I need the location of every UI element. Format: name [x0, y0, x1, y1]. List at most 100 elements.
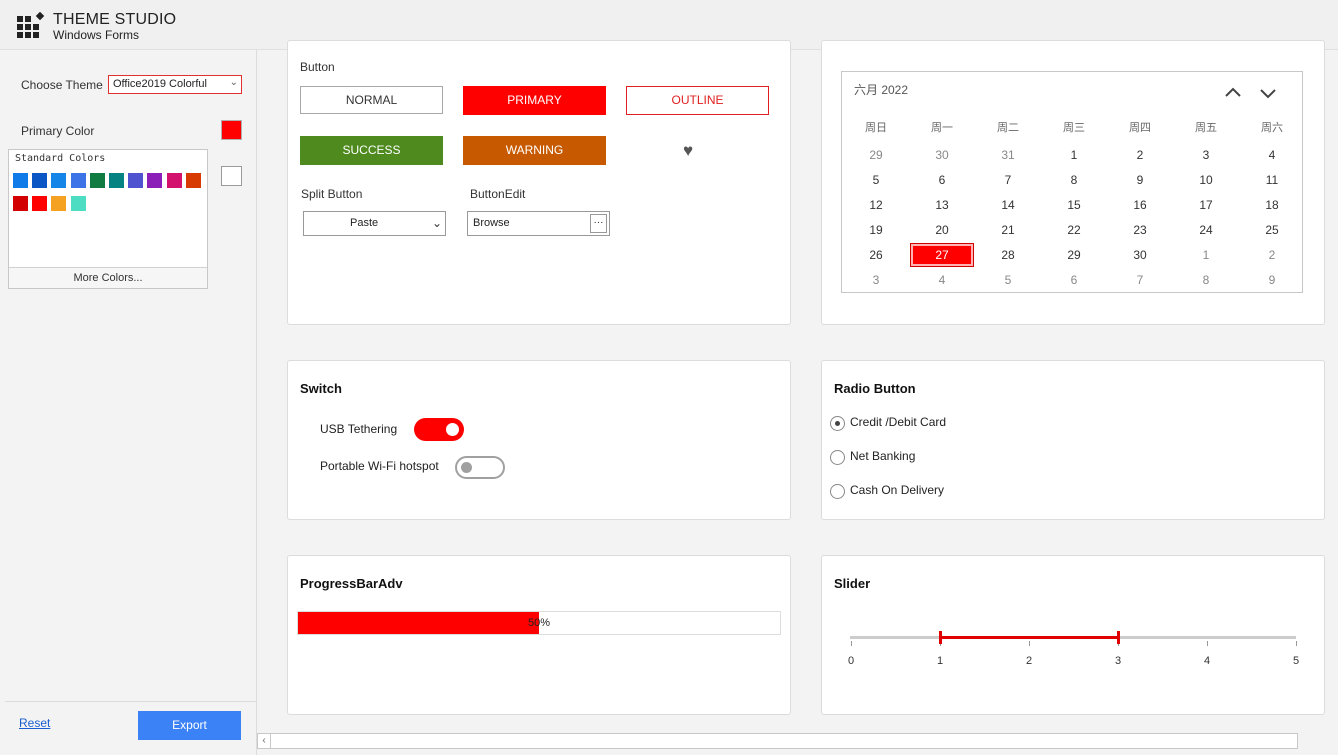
radio-net-banking[interactable] — [830, 450, 845, 465]
radio-credit-card[interactable] — [830, 416, 845, 431]
calendar-day[interactable]: 28 — [977, 244, 1039, 266]
chevron-up-icon[interactable] — [1224, 84, 1242, 102]
color-swatch[interactable] — [128, 173, 144, 188]
color-swatch[interactable] — [13, 173, 28, 188]
calendar-day[interactable]: 21 — [977, 219, 1039, 241]
calendar-day[interactable]: 13 — [911, 194, 973, 216]
calendar-day[interactable]: 24 — [1175, 219, 1237, 241]
calendar-day[interactable]: 11 — [1241, 169, 1303, 191]
normal-button[interactable]: NORMAL — [300, 86, 443, 114]
button-edit-value: Browse — [473, 217, 510, 229]
calendar-day[interactable]: 19 — [845, 219, 907, 241]
calendar-day[interactable]: 23 — [1109, 219, 1171, 241]
wifi-hotspot-switch[interactable] — [455, 456, 505, 479]
progress-bar: 50% — [297, 611, 781, 635]
calendar-day[interactable]: 17 — [1175, 194, 1237, 216]
calendar-weekday: 周一 — [931, 122, 953, 134]
calendar-month[interactable]: 六月 2022 — [854, 81, 908, 98]
slider-tick-label: 2 — [1025, 655, 1033, 667]
calendar-day[interactable]: 18 — [1241, 194, 1303, 216]
slider-title: Slider — [834, 576, 871, 591]
split-button[interactable]: Paste ⌄ — [303, 211, 446, 236]
radio-title: Radio Button — [834, 381, 916, 396]
button-edit-field[interactable]: Browse ··· — [467, 211, 610, 236]
calendar-day[interactable]: 8 — [1043, 169, 1105, 191]
color-swatch[interactable] — [51, 173, 67, 188]
color-swatch[interactable] — [185, 173, 201, 188]
calendar-day[interactable]: 3 — [1175, 144, 1237, 166]
calendar-day[interactable]: 4 — [1241, 144, 1303, 166]
color-swatch[interactable] — [109, 173, 124, 188]
secondary-color-swatch[interactable] — [221, 166, 242, 186]
calendar-day[interactable]: 7 — [977, 169, 1039, 191]
calendar-day[interactable]: 4 — [911, 269, 973, 291]
calendar-day[interactable]: 16 — [1109, 194, 1171, 216]
calendar-day[interactable]: 29 — [1043, 244, 1105, 266]
scroll-left-icon[interactable]: ‹ — [258, 734, 271, 748]
radio-label-cash-on-delivery[interactable]: Cash On Delivery — [850, 483, 944, 497]
calendar-day[interactable]: 2 — [1241, 244, 1303, 266]
calendar-day[interactable]: 1 — [1043, 144, 1105, 166]
calendar-day[interactable]: 26 — [845, 244, 907, 266]
calendar-day[interactable]: 9 — [1109, 169, 1171, 191]
calendar-day[interactable]: 1 — [1175, 244, 1237, 266]
more-colors-button[interactable]: More Colors... — [9, 267, 207, 288]
heart-icon[interactable]: ♥ — [683, 141, 693, 161]
calendar-day[interactable]: 29 — [845, 144, 907, 166]
switch-knob — [446, 423, 459, 436]
color-swatch[interactable] — [13, 196, 28, 211]
radio-cash-on-delivery[interactable] — [830, 484, 845, 499]
calendar-day[interactable]: 10 — [1175, 169, 1237, 191]
primary-color-swatch[interactable] — [221, 120, 242, 140]
color-swatch[interactable] — [32, 173, 48, 188]
outline-button[interactable]: OUTLINE — [626, 86, 769, 115]
reset-link[interactable]: Reset — [19, 716, 50, 730]
horizontal-scrollbar[interactable]: ‹ — [257, 733, 1298, 749]
calendar-day[interactable]: 6 — [911, 169, 973, 191]
calendar-day[interactable]: 8 — [1175, 269, 1237, 291]
calendar-day[interactable]: 20 — [911, 219, 973, 241]
color-swatch[interactable] — [166, 173, 182, 188]
usb-tethering-switch[interactable] — [414, 418, 464, 441]
calendar-day[interactable]: 2 — [1109, 144, 1171, 166]
slider-start-thumb[interactable] — [939, 631, 942, 644]
calendar-day[interactable]: 3 — [845, 269, 907, 291]
export-button[interactable]: Export — [138, 711, 241, 740]
calendar-day[interactable]: 7 — [1109, 269, 1171, 291]
slider-tick — [1207, 641, 1208, 646]
calendar-day[interactable]: 15 — [1043, 194, 1105, 216]
slider-tick-label: 1 — [936, 655, 944, 667]
ellipsis-button[interactable]: ··· — [590, 214, 607, 233]
slider-tick — [1029, 641, 1030, 646]
radio-label-credit-card[interactable]: Credit /Debit Card — [850, 415, 946, 429]
chevron-down-icon[interactable] — [1259, 84, 1277, 102]
chevron-down-icon[interactable]: ⌄ — [432, 212, 442, 235]
calendar-day[interactable]: 5 — [977, 269, 1039, 291]
calendar-day[interactable]: 27 — [910, 243, 974, 267]
color-swatch[interactable] — [32, 196, 48, 211]
calendar-day[interactable]: 30 — [1109, 244, 1171, 266]
color-swatch[interactable] — [51, 196, 67, 211]
calendar-day[interactable]: 30 — [911, 144, 973, 166]
calendar-day[interactable]: 14 — [977, 194, 1039, 216]
calendar-day[interactable]: 22 — [1043, 219, 1105, 241]
primary-button[interactable]: PRIMARY — [463, 86, 606, 115]
color-swatch[interactable] — [89, 173, 105, 188]
calendar-day[interactable]: 5 — [845, 169, 907, 191]
calendar-day[interactable]: 9 — [1241, 269, 1303, 291]
color-swatch[interactable] — [70, 196, 86, 211]
palette-title: Standard Colors — [15, 153, 106, 164]
radio-label-net-banking[interactable]: Net Banking — [850, 449, 915, 463]
slider-tick — [1296, 641, 1297, 646]
calendar-day[interactable]: 25 — [1241, 219, 1303, 241]
split-button-label: Split Button — [301, 187, 363, 201]
calendar-day[interactable]: 12 — [845, 194, 907, 216]
color-swatch[interactable] — [147, 173, 163, 188]
theme-select[interactable]: Office2019 Colorful ⌄ — [108, 75, 242, 94]
success-button[interactable]: SUCCESS — [300, 136, 443, 165]
slider-end-thumb[interactable] — [1117, 631, 1120, 644]
warning-button[interactable]: WARNING — [463, 136, 606, 165]
color-swatch[interactable] — [70, 173, 86, 188]
calendar-day[interactable]: 6 — [1043, 269, 1105, 291]
calendar-day[interactable]: 31 — [977, 144, 1039, 166]
